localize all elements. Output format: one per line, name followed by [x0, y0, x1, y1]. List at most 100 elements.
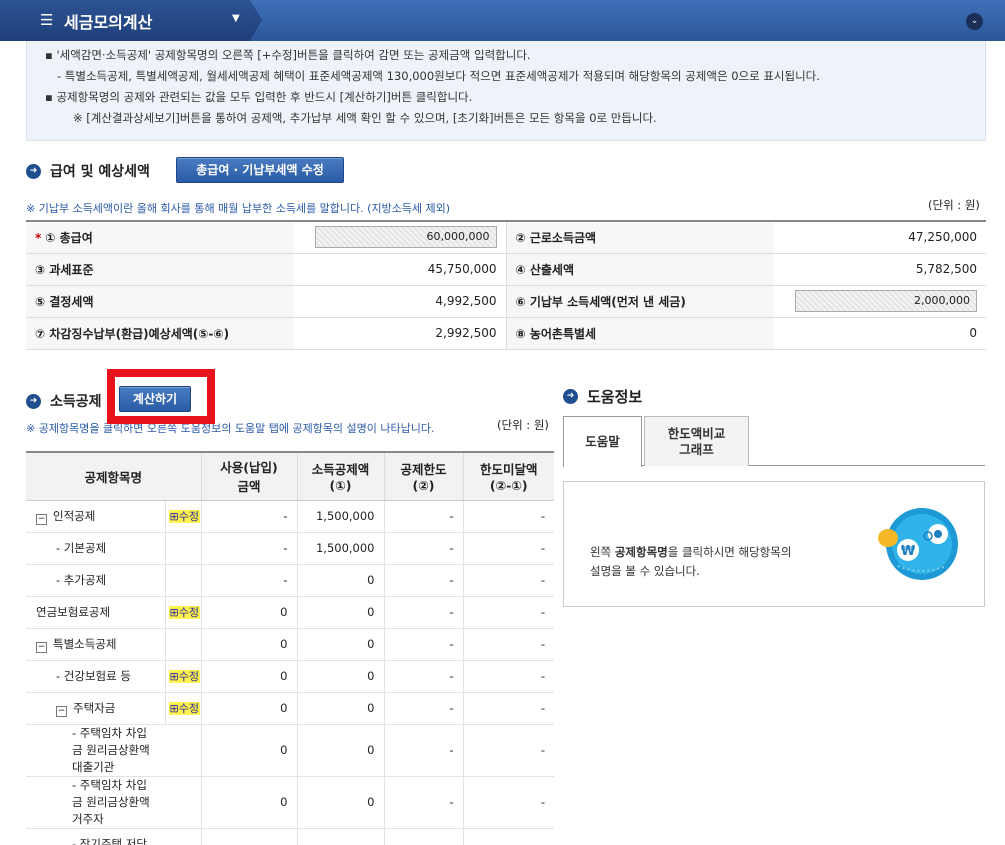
- deduction-item-additional[interactable]: - 추가공제: [26, 564, 165, 597]
- deduction-unit: (단위 : 원): [497, 418, 549, 432]
- earned-income-value: 47,250,000: [774, 221, 986, 254]
- cell: -: [383, 628, 463, 661]
- cell: -: [383, 596, 463, 629]
- cell: 0: [200, 628, 297, 661]
- chevron-down-circle-icon[interactable]: ⌄: [966, 13, 983, 30]
- help-tabs: 도움말 한도액비교 그래프: [563, 416, 985, 467]
- deduction-item-mortgage[interactable]: - 장기주택 저당: [26, 828, 201, 845]
- total-salary-label: * ① 총급여: [26, 221, 294, 254]
- table-row: - 장기주택 저당: [26, 828, 554, 845]
- notice-box: ▪ '세액감면·소득공제' 공제항목명의 오른쪽 [+수정]버튼을 클릭하여 감…: [26, 41, 986, 141]
- edit-cell: ⊞수정: [164, 692, 201, 725]
- edit-button[interactable]: ⊞수정: [168, 606, 200, 619]
- cell: 0: [200, 692, 297, 725]
- cell: [462, 828, 554, 845]
- table-row: - 추가공제 - 0 - -: [26, 564, 554, 597]
- cell: -: [383, 660, 463, 693]
- computed-tax-label: ④ 산출세액: [505, 253, 774, 286]
- arrow-right-icon: ➜: [26, 163, 41, 179]
- edit-cell: ⊞수정: [164, 500, 201, 533]
- item-name[interactable]: - 장기주택 저당: [26, 836, 192, 845]
- table-row: - 건강보험료 등 ⊞수정 0 0 - -: [26, 660, 554, 693]
- deduction-item-pension[interactable]: 연금보험료공제: [26, 596, 165, 629]
- cell: 0: [200, 724, 297, 777]
- salary-note: ※ 기납부 소득세액이란 올해 회사를 통해 매월 납부한 소득세를 말합니다.…: [26, 202, 451, 215]
- notice-line: ※ [계산결과상세보기]버튼을 통하여 공제액, 추가납부 세액 확인 할 수 …: [73, 111, 657, 125]
- edit-button[interactable]: ⊞수정: [168, 670, 200, 683]
- salary-table: * ① 총급여 60,000,000 ② 근로소득금액 47,250,000 ③ …: [26, 220, 986, 350]
- deduction-item-personal[interactable]: − 인적공제: [26, 500, 165, 533]
- hamburger-icon[interactable]: ☰: [40, 11, 53, 29]
- deduction-note: ※ 공제항목명을 클릭하면 오른쪽 도움정보의 도움말 탭에 공제항목의 설명이…: [26, 422, 435, 435]
- arrow-right-icon: ➜: [26, 393, 41, 409]
- determined-tax-value: 4,992,500: [294, 285, 506, 318]
- rural-tax-label: ⑧ 농어촌특별세: [505, 317, 774, 350]
- help-text-part: 설명을 볼 수 있습니다.: [590, 564, 700, 578]
- tax-base-label: ③ 과세표준: [26, 253, 294, 286]
- edit-cell: [164, 532, 201, 565]
- cell: -: [383, 500, 463, 533]
- rural-tax-value: 0: [774, 317, 986, 350]
- table-row: 연금보험료공제 ⊞수정 0 0 - -: [26, 596, 554, 629]
- collapse-icon[interactable]: −: [56, 705, 67, 717]
- tab-help[interactable]: 도움말: [563, 416, 642, 467]
- help-content: 왼쪽 공제항목명을 클릭하시면 해당항목의 설명을 볼 수 있습니다. ₩: [563, 481, 985, 607]
- total-salary-field[interactable]: 60,000,000: [314, 226, 497, 249]
- tab-limit-graph[interactable]: 한도액비교 그래프: [644, 416, 749, 466]
- cell: 0: [296, 692, 384, 725]
- prepaid-tax-cell: 2,000,000: [774, 285, 986, 318]
- page-title: 세금모의계산: [64, 13, 153, 32]
- cell: -: [383, 564, 463, 597]
- notice-line: ▪ 공제항목명의 공제와 관련되는 값을 모두 입력한 후 반드시 [계산하기]…: [45, 90, 473, 104]
- deduction-item-lease-loan-lender[interactable]: - 주택임차 차입금 원리금상환액 대출기관: [26, 724, 201, 777]
- table-row: ⑤ 결정세액 4,992,500 ⑥ 기납부 소득세액(먼저 낸 세금) 2,0…: [26, 285, 986, 318]
- prepaid-tax-field[interactable]: 2,000,000: [795, 290, 977, 312]
- col-header-used: 사용(납입) 금액: [200, 452, 297, 501]
- cell: [296, 828, 384, 845]
- cell: 0: [296, 724, 384, 777]
- cell: -: [462, 776, 554, 829]
- cell: -: [200, 564, 297, 597]
- top-bar: ☰ 세금모의계산 ▼ ⌄: [0, 0, 1005, 41]
- computed-tax-value: 5,782,500: [774, 253, 986, 286]
- deduction-item-lease-loan-resident[interactable]: - 주택임차 차입금 원리금상환액 거주자: [26, 776, 201, 829]
- edit-button[interactable]: ⊞수정: [168, 510, 200, 523]
- cell: [383, 828, 463, 845]
- collapse-icon[interactable]: −: [36, 641, 47, 653]
- table-row: − 특별소득공제 0 0 - -: [26, 628, 554, 661]
- collapse-icon[interactable]: −: [36, 513, 47, 525]
- prepaid-tax-label: ⑥ 기납부 소득세액(먼저 낸 세금): [505, 285, 774, 318]
- cell: -: [200, 500, 297, 533]
- item-name[interactable]: - 주택임차 차입금 원리금상환액 거주자: [26, 777, 156, 828]
- item-name[interactable]: 특별소득공제: [53, 637, 116, 651]
- cell: -: [462, 500, 554, 533]
- svg-text:₩: ₩: [901, 544, 916, 559]
- deduction-item-housing[interactable]: − 주택자금: [26, 692, 165, 725]
- cell: -: [462, 532, 554, 565]
- expected-tax-label: ⑦ 차감징수납부(환급)예상세액(⑤-⑥): [26, 317, 294, 350]
- label-text: ① 총급여: [45, 230, 93, 245]
- table-row: ③ 과세표준 45,750,000 ④ 산출세액 5,782,500: [26, 253, 986, 286]
- cell: 0: [200, 776, 297, 829]
- deduction-item-basic[interactable]: - 기본공제: [26, 532, 165, 565]
- help-text: 왼쪽 공제항목명을 클릭하시면 해당항목의 설명을 볼 수 있습니다.: [590, 543, 791, 581]
- caret-down-icon[interactable]: ▼: [232, 13, 240, 24]
- menu-title-tab[interactable]: ☰ 세금모의계산 ▼: [0, 0, 262, 41]
- col-header-limit: 공제한도 (②): [383, 452, 463, 501]
- col-header-item: 공제항목명: [26, 452, 201, 501]
- deduction-item-special[interactable]: − 특별소득공제: [26, 628, 165, 661]
- expected-tax-value: 2,992,500: [294, 317, 506, 350]
- help-text-part: 을 클릭하시면 해당항목의: [667, 545, 792, 559]
- item-name[interactable]: 인적공제: [53, 509, 95, 523]
- table-row: ⑦ 차감징수납부(환급)예상세액(⑤-⑥) 2,992,500 ⑧ 농어촌특별세…: [26, 317, 986, 350]
- edit-salary-button[interactable]: 총급여 · 기납부세액 수정: [176, 157, 344, 183]
- item-name[interactable]: - 주택임차 차입금 원리금상환액 대출기관: [26, 725, 156, 776]
- item-name[interactable]: 주택자금: [73, 701, 115, 715]
- salary-unit: (단위 : 원): [928, 198, 980, 212]
- table-row: - 주택임차 차입금 원리금상환액 거주자 0 0 - -: [26, 776, 554, 829]
- deduction-item-health[interactable]: - 건강보험료 등: [26, 660, 165, 693]
- cell: 0: [296, 628, 384, 661]
- help-text-part: 왼쪽: [590, 545, 615, 559]
- edit-button[interactable]: ⊞수정: [168, 702, 200, 715]
- deduction-section-title: ➜ 소득공제: [26, 391, 102, 411]
